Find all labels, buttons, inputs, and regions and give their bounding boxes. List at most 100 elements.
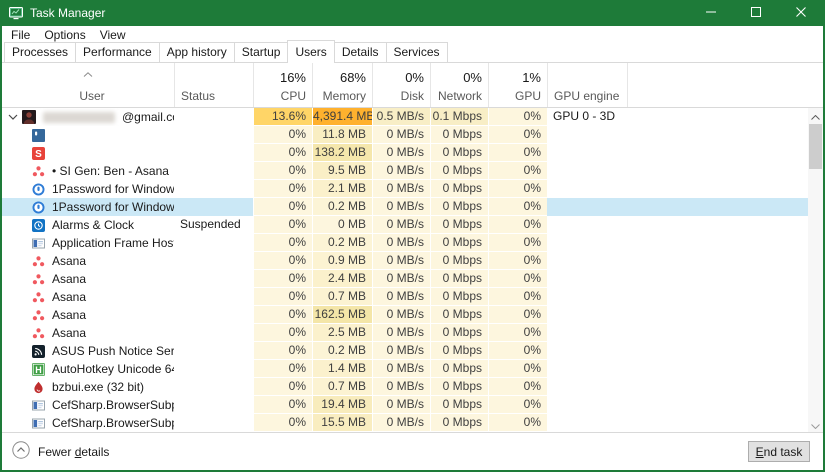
- network-cell: 0 Mbps: [430, 342, 488, 360]
- row-filler: [627, 414, 808, 432]
- end-task-label: End task: [756, 445, 803, 459]
- name-cell: Asana: [2, 324, 174, 342]
- autohotkey-icon: H: [32, 363, 45, 376]
- scroll-thumb[interactable]: [809, 124, 822, 169]
- menu-options[interactable]: Options: [37, 27, 92, 43]
- process-row[interactable]: CefSharp.BrowserSubproc...0%19.4 MB0 MB/…: [2, 396, 808, 414]
- process-row[interactable]: HAutoHotkey Unicode 64-bit0%1.4 MB0 MB/s…: [2, 360, 808, 378]
- gpu-engine-cell: [547, 216, 627, 234]
- cpu-cell: 0%: [253, 234, 312, 252]
- disk-cell: 0.5 MB/s: [372, 108, 430, 126]
- process-row[interactable]: Application Frame Host0%0.2 MB0 MB/s0 Mb…: [2, 234, 808, 252]
- process-row[interactable]: 0%11.8 MB0 MB/s0 Mbps0%: [2, 126, 808, 144]
- svg-text:H: H: [35, 364, 42, 374]
- process-row[interactable]: Asana0%0.9 MB0 MB/s0 Mbps0%: [2, 252, 808, 270]
- tab-processes[interactable]: Processes: [4, 42, 76, 63]
- row-filler: [627, 360, 808, 378]
- cpu-cell: 0%: [253, 126, 312, 144]
- fewer-details-label: Fewer details: [38, 445, 109, 459]
- cpu-cell: 0%: [253, 414, 312, 432]
- column-header-gpu_engine[interactable]: GPU engine: [547, 63, 627, 107]
- menu-view[interactable]: View: [93, 27, 133, 43]
- sort-ascending-icon: [83, 66, 93, 80]
- process-row[interactable]: Asana0%2.5 MB0 MB/s0 Mbps0%: [2, 324, 808, 342]
- menu-file[interactable]: File: [4, 27, 37, 43]
- expand-chevron-icon[interactable]: [8, 114, 18, 120]
- disk-cell: 0 MB/s: [372, 252, 430, 270]
- chevron-up-icon: [811, 109, 820, 123]
- row-label: 1Password for Windows de...: [52, 181, 174, 198]
- column-header-network[interactable]: 0%Network: [430, 63, 488, 107]
- process-row[interactable]: bzbui.exe (32 bit)0%0.7 MB0 MB/s0 Mbps0%: [2, 378, 808, 396]
- tab-details[interactable]: Details: [334, 42, 387, 63]
- fewer-details-button[interactable]: Fewer details: [12, 441, 109, 462]
- name-cell: [2, 126, 174, 144]
- scroll-down-button[interactable]: [808, 417, 823, 432]
- gpu-cell: 0%: [488, 306, 547, 324]
- tab-services[interactable]: Services: [386, 42, 448, 63]
- column-label: Disk: [401, 89, 424, 103]
- column-header-gpu[interactable]: 1%GPU: [488, 63, 547, 107]
- name-cell: @gmail.com (...: [2, 108, 174, 126]
- disk-cell: 0 MB/s: [372, 234, 430, 252]
- process-row[interactable]: 1Password for Windows de...0%2.1 MB0 MB/…: [2, 180, 808, 198]
- process-row[interactable]: S0%138.2 MB0 MB/s0 Mbps0%: [2, 144, 808, 162]
- memory-cell: 0 MB: [312, 216, 372, 234]
- gpu-engine-cell: [547, 342, 627, 360]
- row-label: Asana: [52, 289, 86, 306]
- close-button[interactable]: [778, 0, 823, 26]
- process-row[interactable]: ASUS Push Notice Server (...0%0.2 MB0 MB…: [2, 342, 808, 360]
- network-cell: 0 Mbps: [430, 198, 488, 216]
- process-row[interactable]: Asana0%2.4 MB0 MB/s0 Mbps0%: [2, 270, 808, 288]
- tab-app-history[interactable]: App history: [159, 42, 235, 63]
- tab-startup[interactable]: Startup: [234, 42, 289, 63]
- network-cell: 0 Mbps: [430, 414, 488, 432]
- process-row[interactable]: Asana0%162.5 MB0 MB/s0 Mbps0%: [2, 306, 808, 324]
- memory-cell: 19.4 MB: [312, 396, 372, 414]
- end-task-button[interactable]: End task: [748, 441, 810, 462]
- table-header: UserStatus16%CPU68%Memory0%Disk0%Network…: [2, 63, 823, 108]
- gpu-engine-cell: [547, 360, 627, 378]
- disk-cell: 0 MB/s: [372, 198, 430, 216]
- column-header-status[interactable]: Status: [174, 63, 253, 107]
- status-cell: [174, 414, 253, 432]
- process-row[interactable]: 1Password for Windows de...0%0.2 MB0 MB/…: [2, 198, 808, 216]
- process-row[interactable]: Alarms & ClockSuspended0%0 MB0 MB/s0 Mbp…: [2, 216, 808, 234]
- row-label: 1Password for Windows de...: [52, 199, 174, 216]
- status-cell: [174, 360, 253, 378]
- row-filler: [627, 180, 808, 198]
- memory-cell: 15.5 MB: [312, 414, 372, 432]
- scroll-up-button[interactable]: [808, 108, 823, 123]
- tab-users[interactable]: Users: [287, 40, 334, 63]
- disk-cell: 0 MB/s: [372, 396, 430, 414]
- tab-performance[interactable]: Performance: [75, 42, 160, 63]
- maximize-button[interactable]: [733, 0, 778, 26]
- column-header-user[interactable]: User: [2, 63, 174, 107]
- footer-bar: Fewer details End task: [2, 432, 823, 470]
- vertical-scrollbar[interactable]: [808, 108, 823, 432]
- column-header-cpu[interactable]: 16%CPU: [253, 63, 312, 107]
- memory-cell: 4,391.4 MB: [312, 108, 372, 126]
- row-label: bzbui.exe (32 bit): [52, 379, 144, 396]
- column-header-disk[interactable]: 0%Disk: [372, 63, 430, 107]
- collapse-circle-chevron-icon: [12, 441, 30, 462]
- row-label: Asana: [52, 271, 86, 288]
- disk-cell: 0 MB/s: [372, 144, 430, 162]
- network-cell: 0 Mbps: [430, 252, 488, 270]
- column-header-memory[interactable]: 68%Memory: [312, 63, 372, 107]
- svg-text:S: S: [35, 149, 42, 160]
- minimize-button[interactable]: [688, 0, 733, 26]
- cpu-cell: 0%: [253, 306, 312, 324]
- user-row[interactable]: @gmail.com (...13.6%4,391.4 MB0.5 MB/s0.…: [2, 108, 808, 126]
- gpu-engine-cell: [547, 198, 627, 216]
- disk-cell: 0 MB/s: [372, 288, 430, 306]
- asus-push-icon: [32, 345, 45, 358]
- status-cell: [174, 324, 253, 342]
- disk-cell: 0 MB/s: [372, 306, 430, 324]
- process-row[interactable]: • SI Gen: Ben - Asana0%9.5 MB0 MB/s0 Mbp…: [2, 162, 808, 180]
- network-cell: 0 Mbps: [430, 144, 488, 162]
- network-cell: 0 Mbps: [430, 288, 488, 306]
- process-row[interactable]: CefSharp.BrowserSubproc...0%15.5 MB0 MB/…: [2, 414, 808, 432]
- network-cell: 0 Mbps: [430, 234, 488, 252]
- process-row[interactable]: Asana0%0.7 MB0 MB/s0 Mbps0%: [2, 288, 808, 306]
